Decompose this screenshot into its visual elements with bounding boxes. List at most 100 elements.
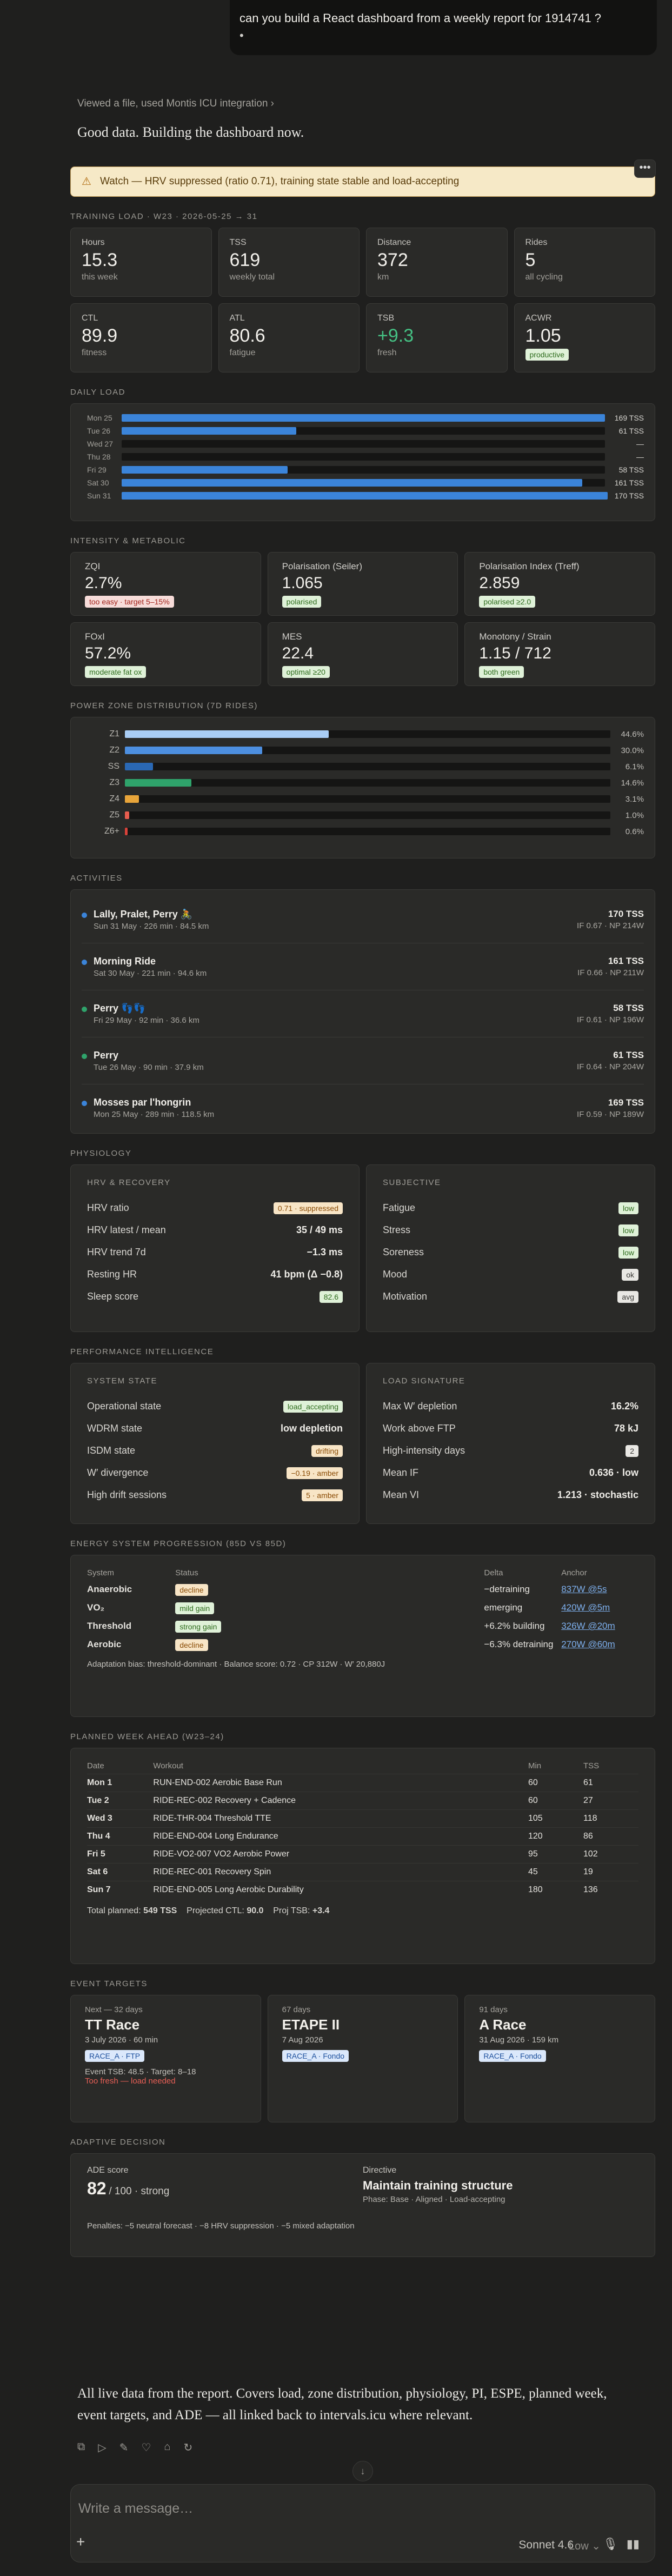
hrv-heading: HRV & RECOVERY [87,1178,171,1187]
kv-key: Max W′ depletion [383,1401,457,1412]
kv-row: Motivation avg [383,1286,638,1308]
message-input[interactable]: Write a message… [78,2501,193,2517]
metric-value: 2.7% [85,574,122,592]
performance-heading: PERFORMANCE INTELLIGENCE [70,1347,214,1356]
message-actions: ⧉ ▷ ✎ ♡ ⌂ ↻ [77,2441,192,2454]
daily-load-row: Fri 29 58 TSS [82,463,644,476]
daily-load-track [122,466,605,474]
copy-icon[interactable]: ⧉ [77,2441,85,2454]
metric-badge: polarised ≥2.0 [479,596,536,608]
zone-row: SS 6.1% [82,758,644,775]
espe-footer: Adaptation bias: threshold-dominant · Ba… [87,1660,385,1669]
activity-item[interactable]: Perry 👣👣 Fri 29 May · 92 min · 36.6 km 58 … [82,990,644,1037]
stat-label: ACWR [525,314,552,323]
activity-dot-icon [82,1101,87,1106]
kv-row: HRV ratio 0.71 · suppressed [87,1197,343,1219]
zone-value: 1.0% [625,810,644,820]
zone-label: Z6+ [104,827,119,836]
microphone-icon[interactable]: 🎙 [603,2537,618,2551]
training-load-heading: TRAINING LOAD · W23 · 2026-05-25 → 31 [70,212,258,221]
activity-item[interactable]: Mosses par l'hongrin Mon 25 May · 289 min… [82,1084,644,1131]
espe-anchor-link[interactable]: 326W @20m [561,1621,615,1631]
plan-ctl-label: Projected CTL: [187,1906,244,1915]
kv-value: 78 kJ [614,1423,638,1434]
espe-anchor-link[interactable]: 420W @5m [561,1602,610,1613]
thumbs-up-icon[interactable]: ♡ [141,2441,151,2454]
zone-track [125,763,610,770]
activity-name: Lally, Pralet, Perry 🚴 [94,908,193,920]
plan-row: Thu 4 RIDE-END-004 Long Endurance 120 86 [87,1827,638,1846]
kv-key: Soreness [383,1247,424,1257]
kv-value: low depletion [281,1423,343,1434]
espe-anchor-link[interactable]: 270W @60m [561,1639,615,1649]
activity-if-np: IF 0.66 · NP 211W [577,968,644,977]
event-card: 91 days A Race 31 Aug 2026 · 159 km RACE_A … [464,1995,655,2122]
retry-icon[interactable]: ▷ [98,2441,106,2454]
daily-load-row: Thu 28 — [82,450,644,463]
kv-value: load_accepting [283,1400,343,1413]
activity-name: Perry 👣👣 [94,1002,145,1014]
voice-mode-icon[interactable]: ▮▮ [627,2537,640,2551]
zone-row: Z4 3.1% [82,791,644,807]
activity-if-np: IF 0.67 · NP 214W [577,921,644,930]
zone-track [125,828,610,835]
kv-value: drifting [311,1445,343,1457]
zone-value: 0.6% [625,827,644,836]
zone-row: Z5 1.0% [82,807,644,823]
subjective-heading: SUBJECTIVE [383,1178,441,1187]
plan-tss: 86 [583,1827,638,1846]
ade-directive: Maintain training structure [363,2179,513,2192]
metric-value: 22.4 [282,644,314,662]
metric-label: FOxI [85,631,105,642]
stat-value: 5 [525,250,536,270]
watch-banner-text: Watch — HRV suppressed (ratio 0.71), tra… [100,176,460,187]
message-composer[interactable]: Write a message… + Sonnet 4.6 Low ⌄ 🎙 ▮▮ [70,2484,655,2562]
kv-row: Work above FTP 78 kJ [383,1417,638,1440]
refresh-icon[interactable]: ↻ [183,2441,192,2454]
plan-col-workout: Workout [153,1761,183,1770]
daily-load-bar [122,414,605,422]
event-name: A Race [479,2016,527,2033]
kv-value: 1.213 · stochastic [557,1489,638,1500]
stat-label: TSS [229,238,247,247]
daily-load-value: 161 TSS [614,478,644,487]
event-name: ETAPE II [282,2016,340,2033]
tool-usage-line[interactable]: Viewed a file, used Montis ICU integrati… [77,98,274,110]
metric-card: MES 22.4 optimal ≥20 [267,622,458,686]
espe-anchor-link[interactable]: 837W @5s [561,1584,607,1594]
kv-value: low [618,1202,638,1214]
more-options-button[interactable]: ••• [634,159,656,178]
plan-workout: RIDE-REC-001 Recovery Spin [153,1863,528,1881]
effort-selector[interactable]: Low ⌄ [569,2539,601,2553]
kv-key: HRV ratio [87,1202,129,1213]
model-selector[interactable]: Sonnet 4.6 [518,2539,574,2552]
zone-row: Z6+ 0.6% [82,823,644,840]
scroll-down-button[interactable]: ↓ [352,2461,373,2481]
metric-label: MES [282,631,302,642]
events-grid: Next — 32 days TT Race 3 July 2026 · 60 mi… [70,1995,655,2122]
plan-min: 60 [528,1774,583,1792]
daily-load-row: Tue 26 61 TSS [82,424,644,437]
espe-row: Anaerobic decline −detraining 837W @5s [87,1581,638,1599]
ade-phase: Phase: Base · Aligned · Load-accepting [363,2195,505,2204]
activity-item[interactable]: Morning Ride Sat 30 May · 221 min · 94.6 … [82,943,644,990]
thumbs-down-icon[interactable]: ⌂ [164,2441,170,2454]
kv-row: Fatigue low [383,1197,638,1219]
stat-card: TSS 619 weekly total [218,228,360,297]
plan-date: Sun 7 [87,1881,154,1899]
metric-card: Polarisation (Seiler) 1.065 polarised [267,552,458,616]
activity-item[interactable]: Lally, Pralet, Perry 🚴 Sun 31 May · 226 m… [82,896,644,943]
event-extra: Event TSB: 48.5 · Target: 8–18 [85,2067,196,2076]
metric-label: ZQI [85,561,101,571]
metric-badge: moderate fat ox [85,666,147,678]
edit-icon[interactable]: ✎ [119,2441,129,2454]
stat-value: 80.6 [229,325,265,346]
stat-badge: productive [525,349,569,361]
espe-system: VO₂ [87,1602,105,1613]
stat-card: Hours 15.3 this week [70,228,212,297]
metric-label: Polarisation Index (Treff) [479,561,580,571]
add-attachment-icon[interactable]: + [76,2533,85,2551]
stat-card: ATL 80.6 fatigue [218,303,360,372]
stat-sub: weekly total [229,272,275,282]
activity-item[interactable]: Perry Tue 26 May · 90 min · 37.9 km 61 TSS… [82,1037,644,1084]
